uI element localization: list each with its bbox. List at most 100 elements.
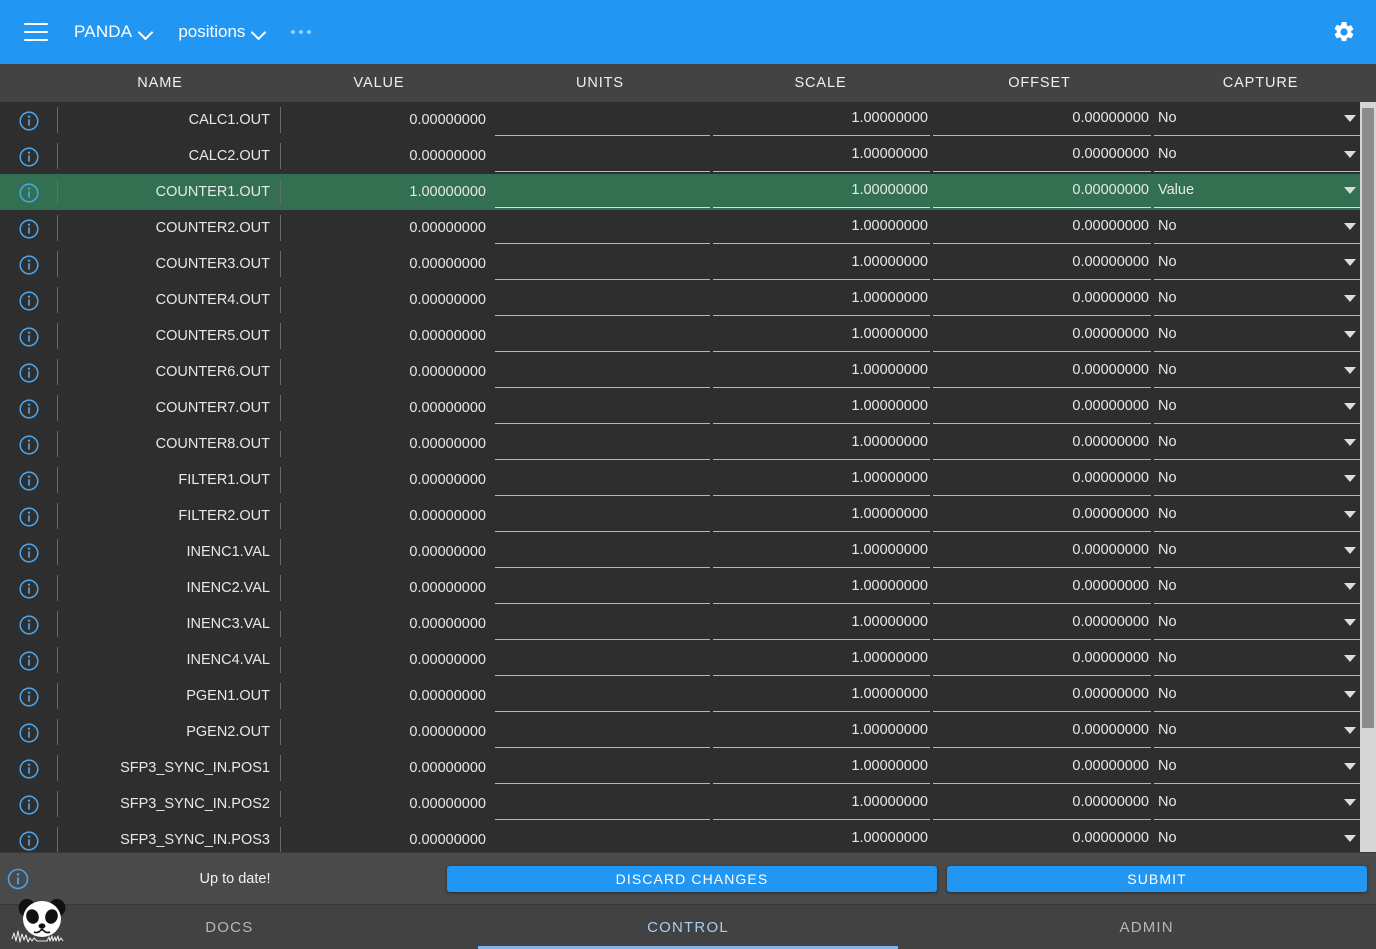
hamburger-menu-icon[interactable] xyxy=(24,23,48,41)
row-offset-input[interactable]: 0.00000000 xyxy=(933,139,1151,172)
row-capture-select[interactable]: No xyxy=(1154,571,1360,604)
row-capture-select[interactable]: No xyxy=(1154,751,1360,784)
table-row[interactable]: COUNTER5.OUT0.000000001.000000000.000000… xyxy=(0,318,1376,354)
row-info-icon[interactable] xyxy=(18,398,40,420)
row-capture-select[interactable]: No xyxy=(1154,499,1360,532)
row-units-input[interactable] xyxy=(495,211,710,244)
row-info-icon[interactable] xyxy=(18,578,40,600)
row-scale-input[interactable]: 1.00000000 xyxy=(713,679,930,712)
table-row[interactable]: PGEN2.OUT0.000000001.000000000.00000000N… xyxy=(0,714,1376,750)
row-capture-select[interactable]: No xyxy=(1154,283,1360,316)
row-units-input[interactable] xyxy=(495,679,710,712)
row-info-icon[interactable] xyxy=(18,722,40,744)
row-scale-input[interactable]: 1.00000000 xyxy=(713,715,930,748)
row-scale-input[interactable]: 1.00000000 xyxy=(713,211,930,244)
row-capture-select[interactable]: No xyxy=(1154,103,1360,136)
vertical-scrollbar[interactable] xyxy=(1360,102,1376,852)
row-scale-input[interactable]: 1.00000000 xyxy=(713,319,930,352)
row-units-input[interactable] xyxy=(495,175,710,208)
row-offset-input[interactable]: 0.00000000 xyxy=(933,283,1151,316)
row-capture-select[interactable]: No xyxy=(1154,319,1360,352)
row-capture-select[interactable]: No xyxy=(1154,211,1360,244)
table-row[interactable]: COUNTER7.OUT0.000000001.000000000.000000… xyxy=(0,390,1376,426)
row-offset-input[interactable]: 0.00000000 xyxy=(933,715,1151,748)
row-scale-input[interactable]: 1.00000000 xyxy=(713,823,930,852)
row-capture-select[interactable]: No xyxy=(1154,643,1360,676)
row-capture-select[interactable]: No xyxy=(1154,427,1360,460)
row-info-icon[interactable] xyxy=(18,650,40,672)
table-row[interactable]: SFP3_SYNC_IN.POS30.000000001.000000000.0… xyxy=(0,822,1376,852)
row-units-input[interactable] xyxy=(495,751,710,784)
row-capture-select[interactable]: No xyxy=(1154,463,1360,496)
row-scale-input[interactable]: 1.00000000 xyxy=(713,643,930,676)
row-info-icon[interactable] xyxy=(18,218,40,240)
table-row[interactable]: FILTER2.OUT0.000000001.000000000.0000000… xyxy=(0,498,1376,534)
row-capture-select[interactable]: No xyxy=(1154,247,1360,280)
row-info-icon[interactable] xyxy=(18,470,40,492)
row-capture-select[interactable]: No xyxy=(1154,391,1360,424)
row-info-icon[interactable] xyxy=(18,758,40,780)
row-capture-select[interactable]: No xyxy=(1154,823,1360,852)
table-row[interactable]: PGEN1.OUT0.000000001.000000000.00000000N… xyxy=(0,678,1376,714)
row-units-input[interactable] xyxy=(495,715,710,748)
row-capture-select[interactable]: No xyxy=(1154,607,1360,640)
table-row[interactable]: CALC1.OUT0.000000001.000000000.00000000N… xyxy=(0,102,1376,138)
table-row[interactable]: FILTER1.OUT0.000000001.000000000.0000000… xyxy=(0,462,1376,498)
info-icon[interactable] xyxy=(6,867,30,891)
row-units-input[interactable] xyxy=(495,643,710,676)
row-info-icon[interactable] xyxy=(18,362,40,384)
row-info-icon[interactable] xyxy=(18,830,40,852)
table-row[interactable]: SFP3_SYNC_IN.POS20.000000001.000000000.0… xyxy=(0,786,1376,822)
row-capture-select[interactable]: No xyxy=(1154,787,1360,820)
row-units-input[interactable] xyxy=(495,823,710,852)
row-scale-input[interactable]: 1.00000000 xyxy=(713,499,930,532)
row-scale-input[interactable]: 1.00000000 xyxy=(713,103,930,136)
row-offset-input[interactable]: 0.00000000 xyxy=(933,535,1151,568)
row-units-input[interactable] xyxy=(495,427,710,460)
row-offset-input[interactable]: 0.00000000 xyxy=(933,391,1151,424)
more-horizontal-icon[interactable] xyxy=(291,30,311,34)
row-scale-input[interactable]: 1.00000000 xyxy=(713,175,930,208)
row-capture-select[interactable]: No xyxy=(1154,535,1360,568)
row-info-icon[interactable] xyxy=(18,686,40,708)
layout-selector[interactable]: positions xyxy=(178,22,265,42)
submit-button[interactable]: SUBMIT xyxy=(947,866,1367,892)
row-scale-input[interactable]: 1.00000000 xyxy=(713,139,930,172)
row-scale-input[interactable]: 1.00000000 xyxy=(713,463,930,496)
row-units-input[interactable] xyxy=(495,463,710,496)
row-offset-input[interactable]: 0.00000000 xyxy=(933,823,1151,852)
table-row[interactable]: INENC2.VAL0.000000001.000000000.00000000… xyxy=(0,570,1376,606)
positions-table[interactable]: CALC1.OUT0.000000001.000000000.00000000N… xyxy=(0,102,1376,852)
row-info-icon[interactable] xyxy=(18,506,40,528)
row-capture-select[interactable]: No xyxy=(1154,355,1360,388)
row-scale-input[interactable]: 1.00000000 xyxy=(713,607,930,640)
row-units-input[interactable] xyxy=(495,283,710,316)
table-row[interactable]: COUNTER6.OUT0.000000001.000000000.000000… xyxy=(0,354,1376,390)
tab-admin[interactable]: ADMIN xyxy=(917,905,1376,949)
table-row[interactable]: SFP3_SYNC_IN.POS10.000000001.000000000.0… xyxy=(0,750,1376,786)
row-info-icon[interactable] xyxy=(18,434,40,456)
row-capture-select[interactable]: No xyxy=(1154,139,1360,172)
row-scale-input[interactable]: 1.00000000 xyxy=(713,355,930,388)
row-units-input[interactable] xyxy=(495,247,710,280)
row-units-input[interactable] xyxy=(495,499,710,532)
row-offset-input[interactable]: 0.00000000 xyxy=(933,211,1151,244)
row-offset-input[interactable]: 0.00000000 xyxy=(933,499,1151,532)
row-scale-input[interactable]: 1.00000000 xyxy=(713,427,930,460)
row-scale-input[interactable]: 1.00000000 xyxy=(713,283,930,316)
row-offset-input[interactable]: 0.00000000 xyxy=(933,103,1151,136)
row-offset-input[interactable]: 0.00000000 xyxy=(933,175,1151,208)
row-units-input[interactable] xyxy=(495,607,710,640)
table-row[interactable]: INENC4.VAL0.000000001.000000000.00000000… xyxy=(0,642,1376,678)
tab-control[interactable]: CONTROL xyxy=(459,905,918,949)
gear-icon[interactable] xyxy=(1322,10,1366,54)
tab-docs[interactable]: DOCS xyxy=(0,905,459,949)
row-offset-input[interactable]: 0.00000000 xyxy=(933,787,1151,820)
row-info-icon[interactable] xyxy=(18,614,40,636)
row-info-icon[interactable] xyxy=(18,326,40,348)
scrollbar-thumb[interactable] xyxy=(1362,108,1374,728)
row-units-input[interactable] xyxy=(495,571,710,604)
table-row[interactable]: INENC3.VAL0.000000001.000000000.00000000… xyxy=(0,606,1376,642)
table-row[interactable]: COUNTER2.OUT0.000000001.000000000.000000… xyxy=(0,210,1376,246)
table-row[interactable]: COUNTER4.OUT0.000000001.000000000.000000… xyxy=(0,282,1376,318)
